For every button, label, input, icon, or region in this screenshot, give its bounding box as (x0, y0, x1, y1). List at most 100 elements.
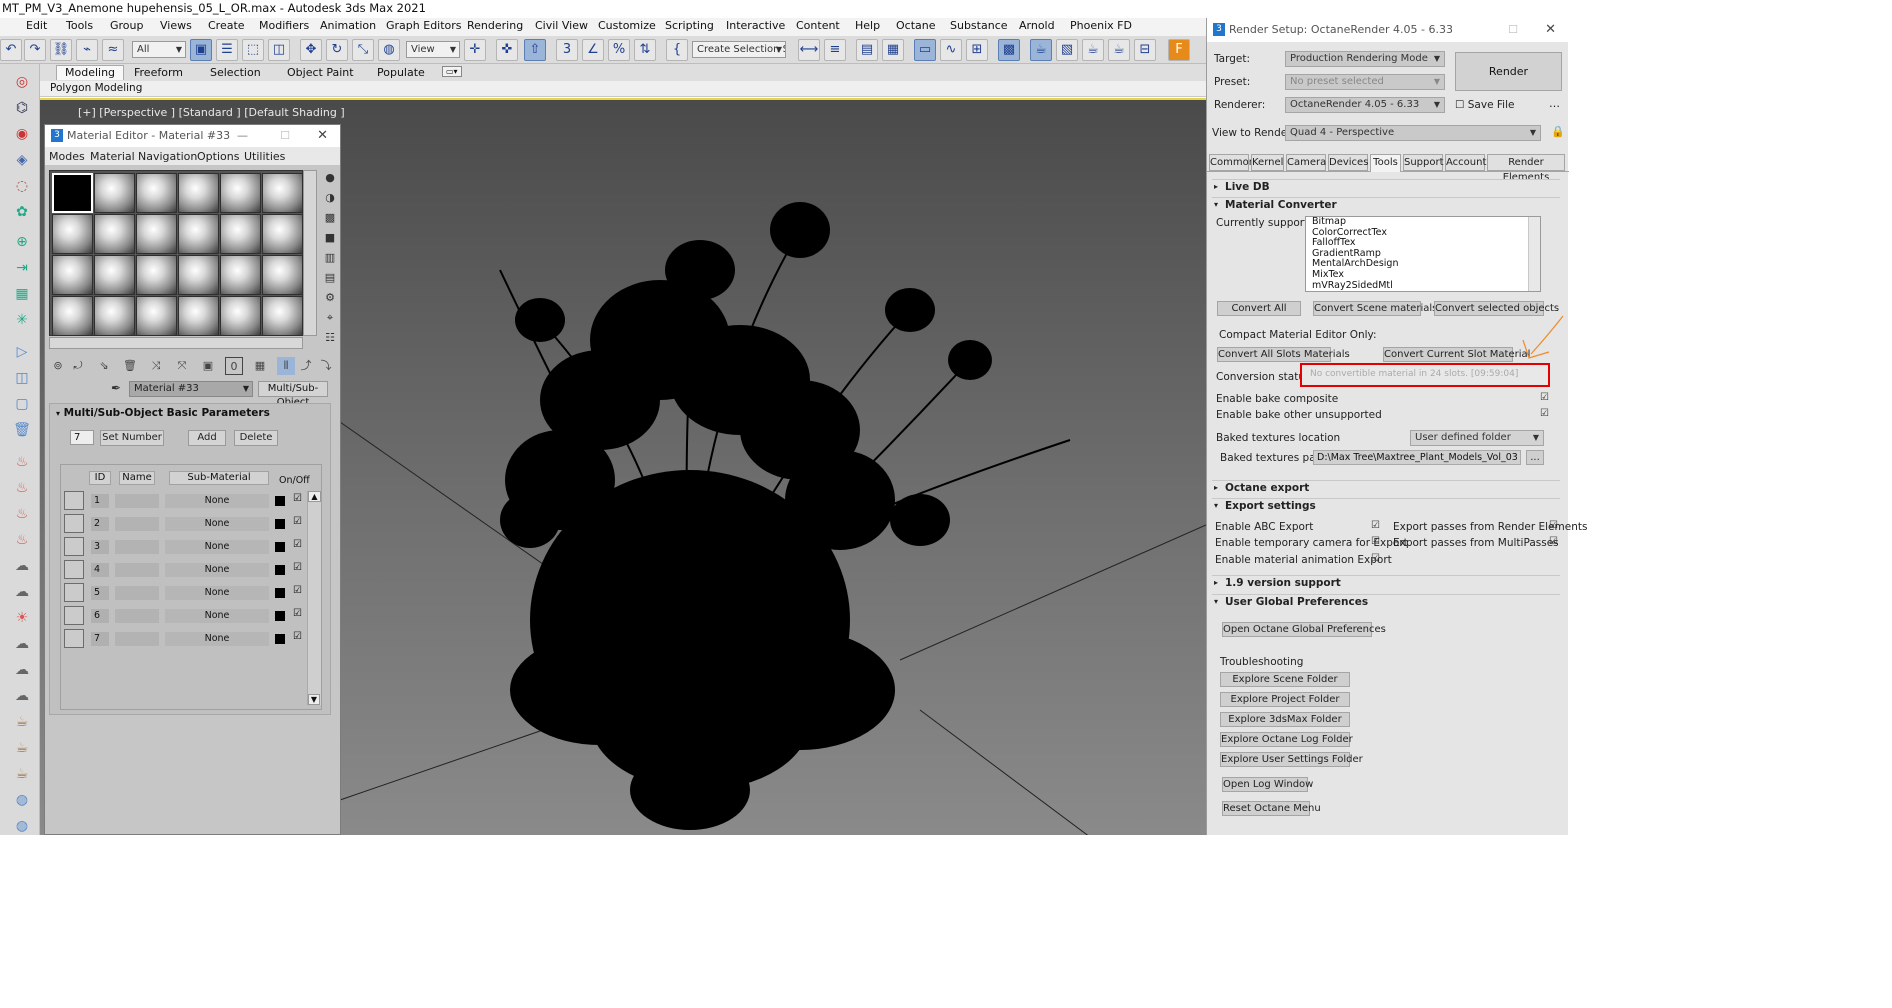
menu-phoenix-fd[interactable]: Phoenix FD (1070, 19, 1132, 32)
tab-support[interactable]: Support (1403, 154, 1444, 171)
tab-common[interactable]: Common (1209, 154, 1255, 171)
tab-kernel[interactable]: Kernel (1251, 154, 1284, 171)
rollout-octane-export[interactable]: ▸ Octane export (1212, 480, 1560, 495)
render-iterative-icon[interactable]: ☕ (1108, 39, 1130, 61)
ocean-icon[interactable]: ☁ (12, 636, 32, 653)
bind-spacewarp-icon[interactable]: ≈ (102, 39, 124, 61)
material-sample-slot[interactable] (178, 296, 219, 336)
baked-textures-location-dropdown[interactable]: User defined folder ▼ (1410, 430, 1544, 446)
undo-icon[interactable]: ↶ (0, 39, 22, 61)
convert-all-button[interactable]: Convert All (1217, 301, 1301, 316)
sub-material-id[interactable]: 4 (91, 563, 109, 577)
ribbon-options-icon[interactable]: ▭▾ (442, 66, 462, 77)
number-of-materials-field[interactable]: 7 (70, 430, 94, 445)
explore-user-settings-folder-button[interactable]: Explore User Settings Folder (1220, 752, 1363, 767)
options-icon[interactable]: ⚙ (322, 290, 338, 306)
close-icon[interactable]: ✕ (317, 125, 328, 147)
get-material-icon[interactable]: ⊚ (49, 357, 67, 375)
sub-material-button[interactable]: None (165, 632, 269, 646)
rollout-user-global-preferences[interactable]: ▾ User Global Preferences (1212, 594, 1560, 609)
set-number-button[interactable]: Set Number (100, 430, 164, 446)
col-sub-material[interactable]: Sub-Material (169, 471, 269, 485)
coffee-icon[interactable]: ☕ (12, 714, 32, 731)
minimize-icon[interactable]: — (237, 125, 248, 147)
view-to-render-dropdown[interactable]: Quad 4 - Perspective ▼ (1285, 125, 1541, 141)
redo-icon[interactable]: ↷ (24, 39, 46, 61)
display-icon[interactable]: ◌ (12, 178, 32, 195)
fire-icon[interactable]: ♨ (12, 454, 32, 471)
schematic-view-icon[interactable]: ⊞ (966, 39, 988, 61)
sub-material-id[interactable]: 3 (91, 540, 109, 554)
material-sample-slot[interactable] (136, 255, 177, 295)
sub-material-on-checkbox[interactable]: ☑ (293, 608, 302, 619)
sub-material-name[interactable] (115, 517, 159, 531)
rendered-frame-window-icon[interactable]: ▧ (1056, 39, 1078, 61)
sub-material-on-checkbox[interactable]: ☑ (293, 631, 302, 642)
sub-material-name[interactable] (115, 563, 159, 577)
go-to-parent-icon[interactable]: ⤴ (297, 357, 315, 375)
explore-octane-log-folder-button[interactable]: Explore Octane Log Folder (1220, 732, 1353, 747)
keyboard-shortcut-icon[interactable]: ⇧ (524, 39, 546, 61)
mirror-icon[interactable]: ⟷ (798, 39, 820, 61)
tab-account[interactable]: Account (1445, 154, 1486, 171)
material-navigator-icon[interactable]: ☷ (322, 330, 338, 346)
sub-material-color[interactable] (275, 542, 285, 552)
ribbon-tab-populate[interactable]: Populate (377, 66, 425, 79)
edit-named-selection-icon[interactable]: { (666, 39, 688, 61)
delete-material-icon[interactable]: 🗑 (121, 357, 139, 375)
make-preview-icon[interactable]: ▤ (322, 270, 338, 286)
open-global-preferences-button[interactable]: Open Octane Global Preferences (1222, 622, 1386, 637)
sub-material-color[interactable] (275, 519, 285, 529)
sub-material-color[interactable] (275, 496, 285, 506)
material-sample-slot[interactable] (94, 255, 135, 295)
snap-toggle-icon[interactable]: 3 (556, 39, 578, 61)
sub-material-name[interactable] (115, 632, 159, 646)
save-file-checkbox[interactable]: ☐ Save File (1455, 99, 1514, 111)
lock-icon[interactable]: 🔒 (1551, 125, 1565, 138)
me-menu-navigation[interactable]: Navigation (138, 150, 197, 163)
material-animation-checkbox[interactable]: ☑ (1371, 553, 1380, 564)
menu-animation[interactable]: Animation (320, 19, 376, 32)
ribbon-panel-label[interactable]: Polygon Modeling (50, 82, 142, 94)
material-sample-slot[interactable] (220, 296, 261, 336)
menu-tools[interactable]: Tools (66, 19, 93, 32)
material-type-button[interactable]: Multi/Sub-Object (258, 381, 328, 408)
sub-material-on-checkbox[interactable]: ☑ (293, 516, 302, 527)
region-select-icon[interactable]: ⬚ (242, 39, 264, 61)
modify-icon[interactable]: ⌬ (12, 100, 32, 117)
window-crossing-icon[interactable]: ◫ (268, 39, 290, 61)
splash-icon[interactable]: ☁ (12, 688, 32, 705)
material-sample-slot[interactable] (94, 296, 135, 336)
menu-help[interactable]: Help (855, 19, 880, 32)
sub-material-on-checkbox[interactable]: ☑ (293, 585, 302, 596)
put-to-scene-icon[interactable]: ⤾ (69, 357, 87, 375)
mug-icon[interactable]: ☕ (12, 766, 32, 783)
sub-material-swatch[interactable] (64, 629, 84, 648)
menu-substance[interactable]: Substance (950, 19, 1008, 32)
me-menu-options[interactable]: Options (197, 150, 239, 163)
material-sample-slot[interactable] (94, 173, 135, 213)
rollout-export-settings[interactable]: ▾ Export settings (1212, 498, 1560, 513)
explore-3dsmax-folder-button[interactable]: Explore 3dsMax Folder (1220, 712, 1350, 727)
eyedropper-icon[interactable]: ✒ (111, 381, 121, 395)
place-icon[interactable]: ◍ (378, 39, 400, 61)
hierarchy-icon[interactable]: ◉ (12, 126, 32, 143)
unlink-icon[interactable]: ⌁ (76, 39, 98, 61)
globe-icon[interactable]: ◍ (12, 792, 32, 809)
cup-icon[interactable]: ☕ (12, 740, 32, 757)
tab-camera[interactable]: Camera (1286, 154, 1326, 171)
convert-current-slot-button[interactable]: Convert Current Slot Material (1383, 347, 1530, 362)
select-manipulate-icon[interactable]: ✜ (496, 39, 518, 61)
supported-list-scrollbar[interactable] (1528, 217, 1540, 291)
list-item[interactable]: MixTex (1309, 269, 1540, 281)
menu-octane[interactable]: Octane (896, 19, 936, 32)
liquid-icon[interactable]: ♨ (12, 506, 32, 523)
link-icon[interactable]: ⛓ (50, 39, 72, 61)
menu-modifiers[interactable]: Modifiers (259, 19, 309, 32)
material-sample-slot[interactable] (136, 296, 177, 336)
sub-material-on-checkbox[interactable]: ☑ (293, 539, 302, 550)
menu-customize[interactable]: Customize (598, 19, 656, 32)
phoenix-fd-icon[interactable]: F (1168, 39, 1190, 61)
save-file-browse[interactable]: … (1549, 97, 1560, 110)
sub-material-color[interactable] (275, 611, 285, 621)
